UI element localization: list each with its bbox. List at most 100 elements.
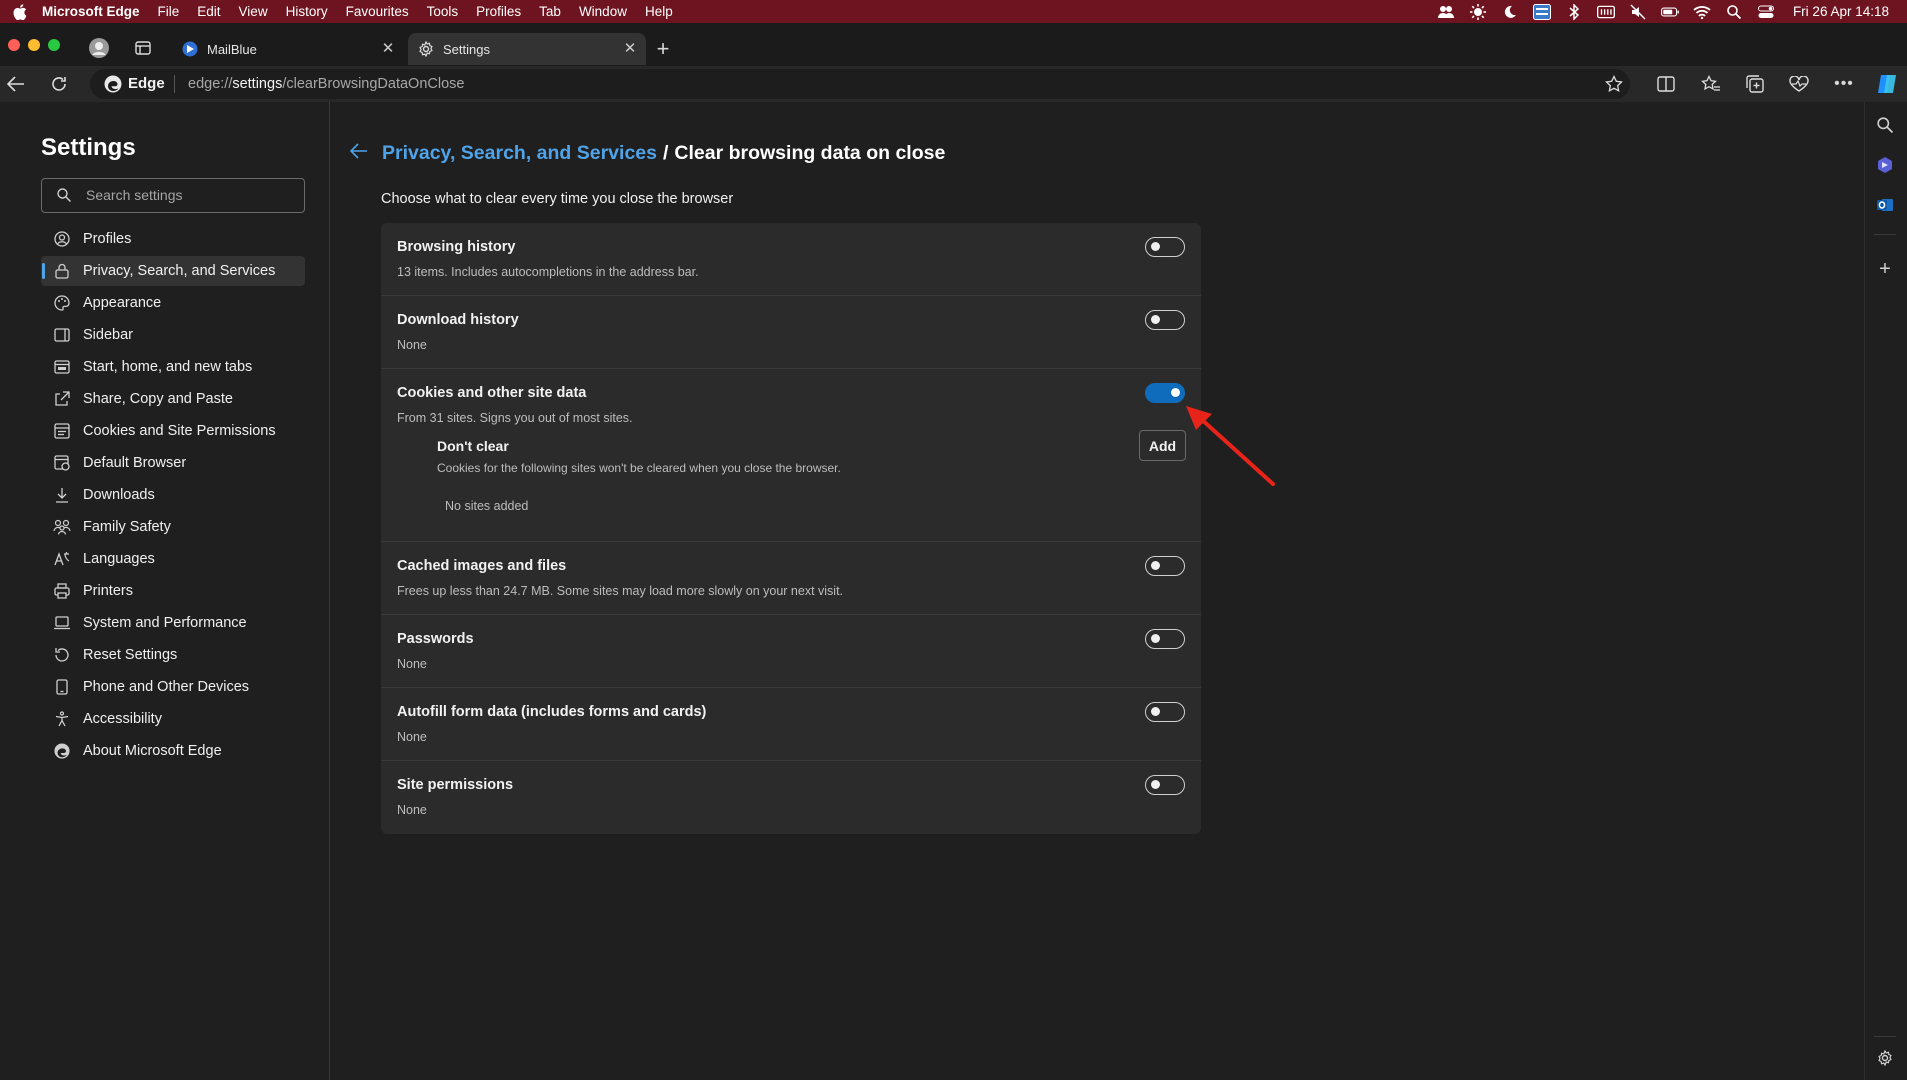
performance-icon[interactable]: [1788, 73, 1810, 95]
sidebar-item-start-home[interactable]: Start, home, and new tabs: [41, 352, 305, 382]
menu-file[interactable]: File: [149, 4, 189, 19]
spotlight-icon[interactable]: [1725, 3, 1743, 21]
breadcrumb-link-privacy[interactable]: Privacy, Search, and Services: [382, 142, 657, 165]
autofill-toggle[interactable]: [1145, 702, 1185, 722]
profile-avatar-icon[interactable]: [88, 37, 110, 59]
edge-side-panel: [1864, 102, 1907, 1080]
status-area: Fri 26 Apr 14:18: [1437, 3, 1907, 21]
sidebar-item-label: Privacy, Search, and Services: [83, 263, 276, 279]
split-screen-icon[interactable]: [1655, 73, 1677, 95]
browsing-history-toggle[interactable]: [1145, 237, 1185, 257]
menu-history[interactable]: History: [277, 4, 337, 19]
minimize-window-button[interactable]: [28, 39, 40, 51]
new-tab-icon[interactable]: +: [652, 36, 674, 61]
sidebar-item-cookies[interactable]: Cookies and Site Permissions: [41, 416, 305, 446]
wifi-icon[interactable]: [1693, 3, 1711, 21]
setting-title: Autofill form data (includes forms and c…: [397, 704, 707, 720]
setting-description: None: [397, 338, 427, 352]
appearance-icon: [52, 293, 72, 313]
battery-icon[interactable]: [1660, 3, 1679, 21]
mailblue-favicon-icon: [182, 41, 198, 57]
sidebar-item-reset[interactable]: Reset Settings: [41, 640, 305, 670]
control-center-icon[interactable]: [1757, 3, 1775, 21]
menu-profiles[interactable]: Profiles: [467, 4, 530, 19]
sidebar-item-family-safety[interactable]: Family Safety: [41, 512, 305, 542]
brightness-icon[interactable]: [1469, 3, 1487, 21]
favorites-icon[interactable]: [1700, 73, 1722, 95]
display-icon[interactable]: [1596, 3, 1615, 21]
toggle-knob: [1171, 388, 1180, 397]
sidebar-item-about[interactable]: About Microsoft Edge: [41, 736, 305, 766]
add-app-icon[interactable]: +: [1874, 258, 1896, 280]
sidebar-item-profiles[interactable]: Profiles: [41, 224, 305, 254]
menu-view[interactable]: View: [230, 4, 277, 19]
zoom-window-button[interactable]: [48, 39, 60, 51]
menu-window[interactable]: Window: [570, 4, 636, 19]
edge-logo-icon: [102, 73, 124, 95]
printer-icon: [52, 581, 72, 601]
setting-row-site-permissions: Site permissions None: [381, 761, 1201, 833]
url-text[interactable]: edge://settings/clearBrowsingDataOnClose: [188, 76, 464, 92]
keyboard-icon[interactable]: [1532, 3, 1551, 21]
toggle-knob: [1151, 780, 1160, 789]
search-settings-box[interactable]: [41, 178, 305, 213]
more-menu-icon[interactable]: •••: [1833, 73, 1855, 95]
menu-tab[interactable]: Tab: [530, 4, 570, 19]
close-tab-icon[interactable]: ✕: [380, 41, 396, 57]
app-name-menu[interactable]: Microsoft Edge: [40, 4, 149, 19]
passwords-toggle[interactable]: [1145, 629, 1185, 649]
add-site-button[interactable]: Add: [1139, 430, 1186, 461]
sidebar-item-appearance[interactable]: Appearance: [41, 288, 305, 318]
moon-icon[interactable]: [1501, 3, 1519, 21]
collections-icon[interactable]: [1744, 73, 1766, 95]
sidebar-item-phone[interactable]: Phone and Other Devices: [41, 672, 305, 702]
sidebar-item-label: Languages: [83, 551, 155, 567]
sidebar-item-printers[interactable]: Printers: [41, 576, 305, 606]
tab-settings[interactable]: Settings ✕: [408, 33, 646, 65]
profile-icon: [52, 229, 72, 249]
mute-icon[interactable]: [1629, 3, 1647, 21]
people-icon[interactable]: [1437, 3, 1455, 21]
menu-favourites[interactable]: Favourites: [337, 4, 418, 19]
tab-mailblue[interactable]: MailBlue ✕: [172, 33, 404, 65]
menu-edit[interactable]: Edit: [188, 4, 229, 19]
outlook-icon[interactable]: [1874, 194, 1896, 216]
share-icon: [52, 389, 72, 409]
cookies-toggle[interactable]: [1145, 383, 1185, 403]
search-icon[interactable]: [1874, 114, 1896, 136]
sidebar-item-label: Cookies and Site Permissions: [83, 423, 276, 439]
copilot-app-icon[interactable]: [1874, 154, 1896, 176]
sidebar-item-sidebar[interactable]: Sidebar: [41, 320, 305, 350]
copilot-icon[interactable]: [1874, 71, 1900, 97]
no-sites-text: No sites added: [445, 499, 529, 513]
menu-tools[interactable]: Tools: [418, 4, 468, 19]
apple-icon[interactable]: [0, 3, 40, 20]
close-window-button[interactable]: [8, 39, 20, 51]
setting-row-passwords: Passwords None: [381, 615, 1201, 687]
sidebar-settings-icon[interactable]: [1874, 1047, 1896, 1069]
sidebar-item-accessibility[interactable]: Accessibility: [41, 704, 305, 734]
menu-help[interactable]: Help: [636, 4, 682, 19]
default-browser-icon: [52, 453, 72, 473]
sidebar-item-privacy[interactable]: Privacy, Search, and Services: [41, 256, 305, 286]
lock-icon: [52, 261, 72, 281]
sidebar-item-system[interactable]: System and Performance: [41, 608, 305, 638]
close-tab-icon[interactable]: ✕: [622, 41, 638, 57]
setting-description: None: [397, 730, 427, 744]
sidebar-item-share-copy[interactable]: Share, Copy and Paste: [41, 384, 305, 414]
tab-actions-icon[interactable]: [132, 37, 154, 59]
back-arrow-icon[interactable]: [350, 142, 372, 165]
refresh-icon[interactable]: [48, 73, 70, 95]
cached-images-toggle[interactable]: [1145, 556, 1185, 576]
bluetooth-icon[interactable]: [1565, 3, 1583, 21]
site-permissions-toggle[interactable]: [1145, 775, 1185, 795]
menubar-clock[interactable]: Fri 26 Apr 14:18: [1793, 4, 1889, 19]
sidebar-item-downloads[interactable]: Downloads: [41, 480, 305, 510]
sidebar-item-default-browser[interactable]: Default Browser: [41, 448, 305, 478]
sidebar-item-languages[interactable]: Languages: [41, 544, 305, 574]
site-identity-label[interactable]: Edge: [128, 75, 165, 92]
back-icon[interactable]: [5, 73, 27, 95]
download-history-toggle[interactable]: [1145, 310, 1185, 330]
favorite-star-icon[interactable]: [1603, 73, 1625, 95]
search-input[interactable]: [86, 187, 296, 203]
